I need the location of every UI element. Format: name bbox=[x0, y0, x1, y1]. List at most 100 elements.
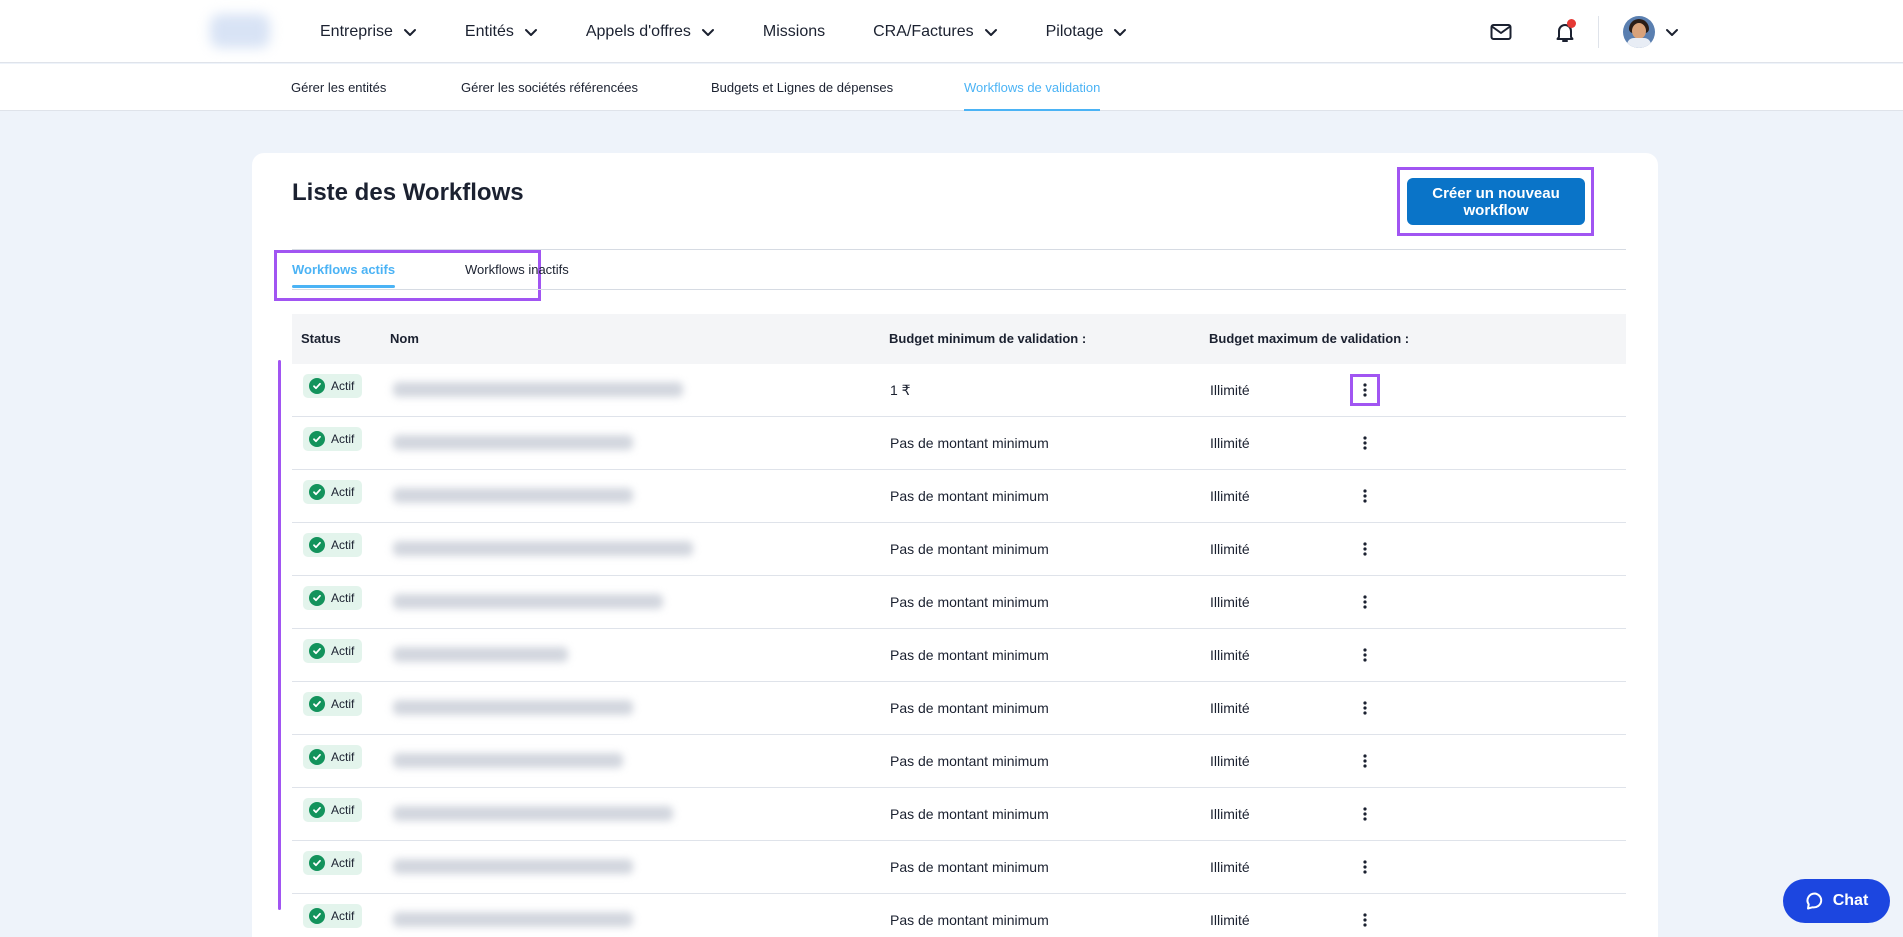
workflow-name-cell[interactable] bbox=[385, 364, 740, 416]
status-label: Actif bbox=[331, 697, 355, 711]
status-label: Actif bbox=[331, 485, 355, 499]
subnav-gerer-entites[interactable]: Gérer les entités bbox=[291, 64, 386, 111]
row-actions-kebab-icon[interactable] bbox=[1353, 907, 1377, 933]
row-actions-kebab-icon[interactable] bbox=[1350, 374, 1380, 406]
nav-label: Appels d'offres bbox=[585, 22, 691, 40]
nav-entites[interactable]: Entités bbox=[465, 23, 538, 41]
redacted-name bbox=[393, 753, 623, 768]
subnav-workflows-validation[interactable]: Workflows de validation bbox=[964, 64, 1101, 111]
redacted-name bbox=[393, 541, 693, 556]
budget-min-cell: Pas de montant minimum bbox=[890, 806, 1049, 822]
create-workflow-button[interactable]: Créer un nouveau workflow bbox=[1407, 178, 1585, 225]
workflow-name-cell[interactable] bbox=[385, 841, 740, 893]
check-circle-icon bbox=[309, 696, 325, 712]
table-row[interactable]: Actif Pas de montant minimum Illimité bbox=[292, 576, 1626, 629]
redacted-name bbox=[393, 647, 568, 662]
company-logo[interactable] bbox=[210, 14, 270, 48]
chat-bubble-icon bbox=[1806, 892, 1822, 910]
status-badge: Actif bbox=[303, 374, 363, 398]
col-status: Status bbox=[301, 331, 341, 346]
table-row[interactable]: Actif Pas de montant minimum Illimité bbox=[292, 682, 1626, 735]
workflow-name-cell[interactable] bbox=[385, 894, 740, 937]
avatar[interactable] bbox=[1623, 15, 1655, 48]
check-circle-icon bbox=[309, 908, 325, 924]
table-row[interactable]: Actif Pas de montant minimum Illimité bbox=[292, 788, 1626, 841]
redacted-name bbox=[393, 382, 683, 397]
budget-min-cell: Pas de montant minimum bbox=[890, 700, 1049, 716]
workflow-name-cell[interactable] bbox=[385, 629, 740, 681]
chat-button[interactable]: Chat bbox=[1783, 879, 1890, 923]
status-label: Actif bbox=[331, 909, 355, 923]
budget-min-cell: Pas de montant minimum bbox=[890, 859, 1049, 875]
table-row[interactable]: Actif Pas de montant minimum Illimité bbox=[292, 417, 1626, 470]
table-row[interactable]: Actif 1 ₹ Illimité bbox=[292, 364, 1626, 417]
row-actions-kebab-icon[interactable] bbox=[1353, 642, 1377, 668]
row-actions-kebab-icon[interactable] bbox=[1353, 430, 1377, 456]
check-circle-icon bbox=[309, 590, 325, 606]
tab-workflows-inactifs[interactable]: Workflows inactifs bbox=[465, 262, 569, 277]
workflow-name-cell[interactable] bbox=[385, 788, 740, 840]
status-badge: Actif bbox=[303, 904, 363, 928]
row-actions-kebab-icon[interactable] bbox=[1353, 854, 1377, 880]
check-circle-icon bbox=[309, 802, 325, 818]
table-row[interactable]: Actif Pas de montant minimum Illimité bbox=[292, 523, 1626, 576]
chevron-down-icon bbox=[984, 25, 998, 39]
nav-cra-factures[interactable]: CRA/Factures bbox=[873, 23, 997, 41]
redacted-name bbox=[393, 435, 633, 450]
workflow-name-cell[interactable] bbox=[385, 735, 740, 787]
status-label: Actif bbox=[331, 803, 355, 817]
header-actions bbox=[1486, 0, 1679, 63]
subnav-budgets[interactable]: Budgets et Lignes de dépenses bbox=[711, 64, 893, 111]
workflow-name-cell[interactable] bbox=[385, 576, 740, 628]
redacted-name bbox=[393, 806, 673, 821]
workflow-name-cell[interactable] bbox=[385, 682, 740, 734]
redacted-name bbox=[393, 859, 633, 874]
main-nav: Entreprise Entités Appels d'offres Missi… bbox=[320, 0, 1175, 63]
status-badge: Actif bbox=[303, 533, 363, 557]
table-row[interactable]: Actif Pas de montant minimum Illimité bbox=[292, 470, 1626, 523]
mail-icon[interactable] bbox=[1486, 17, 1516, 47]
budget-min-cell: Pas de montant minimum bbox=[890, 541, 1049, 557]
check-circle-icon bbox=[309, 484, 325, 500]
check-circle-icon bbox=[309, 749, 325, 765]
nav-label: Entités bbox=[464, 22, 514, 40]
status-badge: Actif bbox=[303, 480, 363, 504]
row-actions-kebab-icon[interactable] bbox=[1353, 801, 1377, 827]
status-badge: Actif bbox=[303, 745, 363, 769]
budget-min-cell: 1 ₹ bbox=[890, 382, 911, 398]
status-badge: Actif bbox=[303, 427, 363, 451]
budget-max-cell: Illimité bbox=[1210, 488, 1250, 504]
budget-max-cell: Illimité bbox=[1210, 647, 1250, 663]
chat-label: Chat bbox=[1832, 892, 1869, 909]
tab-workflows-actifs[interactable]: Workflows actifs bbox=[292, 262, 396, 288]
nav-missions[interactable]: Missions bbox=[763, 23, 825, 41]
table-row[interactable]: Actif Pas de montant minimum Illimité bbox=[292, 629, 1626, 682]
nav-label: Missions bbox=[762, 22, 826, 40]
workflow-name-cell[interactable] bbox=[385, 523, 740, 575]
budget-max-cell: Illimité bbox=[1210, 435, 1250, 451]
budget-max-cell: Illimité bbox=[1210, 594, 1250, 610]
table-row[interactable]: Actif Pas de montant minimum Illimité bbox=[292, 735, 1626, 788]
status-label: Actif bbox=[331, 379, 355, 393]
row-actions-kebab-icon[interactable] bbox=[1353, 589, 1377, 615]
nav-appels-offres[interactable]: Appels d'offres bbox=[586, 23, 715, 41]
row-actions-kebab-icon[interactable] bbox=[1353, 536, 1377, 562]
workflow-name-cell[interactable] bbox=[385, 417, 740, 469]
nav-entreprise[interactable]: Entreprise bbox=[320, 23, 417, 41]
subnav-societes-referencees[interactable]: Gérer les sociétés référencées bbox=[461, 64, 638, 111]
bell-icon[interactable] bbox=[1550, 17, 1580, 47]
workflow-name-cell[interactable] bbox=[385, 470, 740, 522]
chevron-down-icon[interactable] bbox=[1665, 25, 1679, 39]
budget-max-cell: Illimité bbox=[1210, 700, 1250, 716]
table-row[interactable]: Actif Pas de montant minimum Illimité bbox=[292, 841, 1626, 894]
row-actions-kebab-icon[interactable] bbox=[1353, 695, 1377, 721]
status-label: Actif bbox=[331, 591, 355, 605]
status-label: Actif bbox=[331, 644, 355, 658]
check-circle-icon bbox=[309, 855, 325, 871]
nav-pilotage[interactable]: Pilotage bbox=[1046, 23, 1128, 41]
row-actions-kebab-icon[interactable] bbox=[1353, 483, 1377, 509]
nav-label: Entreprise bbox=[320, 22, 393, 40]
table-row[interactable]: Actif Pas de montant minimum Illimité bbox=[292, 894, 1626, 937]
row-actions-kebab-icon[interactable] bbox=[1353, 748, 1377, 774]
notification-dot bbox=[1567, 18, 1576, 28]
